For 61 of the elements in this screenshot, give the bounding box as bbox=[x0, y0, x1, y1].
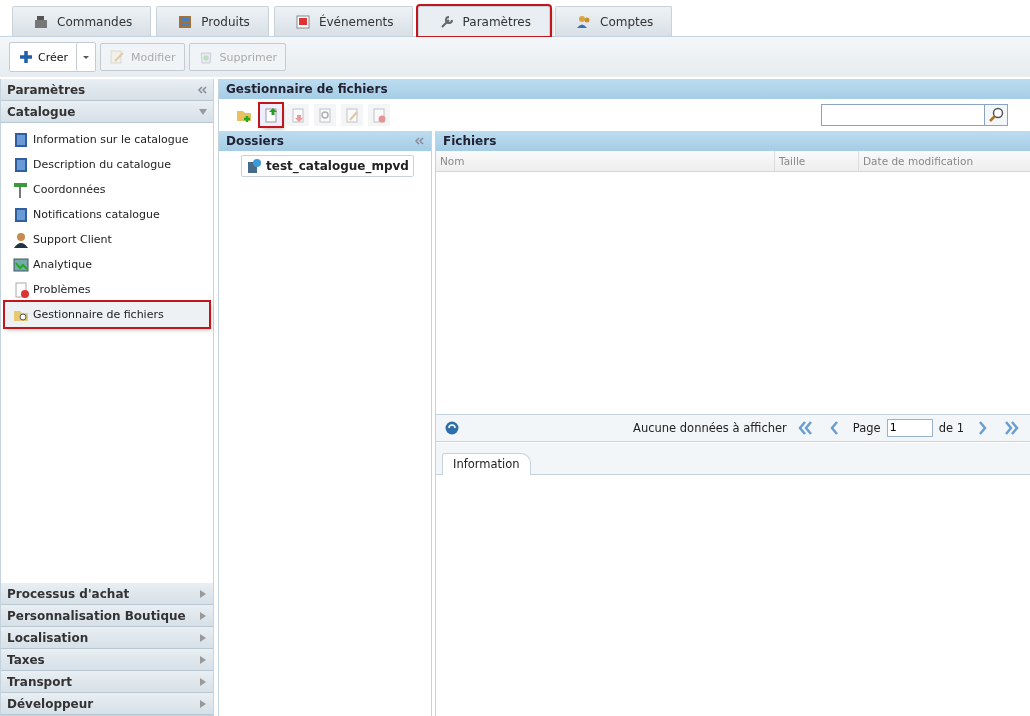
search-icon[interactable] bbox=[988, 107, 1004, 123]
accordion-header[interactable]: Transport bbox=[1, 671, 213, 693]
sidebar-item[interactable]: Information sur le catalogue bbox=[5, 127, 209, 152]
collapse-icon[interactable] bbox=[414, 137, 424, 145]
caret-icon bbox=[82, 53, 91, 61]
main-tab[interactable]: Paramètres bbox=[417, 6, 550, 36]
triangle-down-icon bbox=[199, 107, 207, 116]
document-upload-icon bbox=[263, 107, 279, 123]
triangle-right-icon bbox=[199, 677, 207, 686]
paging-message: Aucune données à afficher bbox=[633, 420, 787, 435]
panel-title: Fichiers bbox=[443, 134, 497, 148]
main-tab[interactable]: Produits bbox=[156, 6, 269, 36]
sidebar-item[interactable]: Description du catalogue bbox=[5, 152, 209, 177]
document-download-icon bbox=[290, 107, 306, 123]
triangle-right-icon bbox=[199, 611, 207, 620]
page-input[interactable]: 1 bbox=[886, 418, 933, 437]
sidebar-item[interactable]: Problèmes bbox=[5, 277, 209, 302]
accordion-header[interactable]: Développeur bbox=[1, 693, 213, 715]
refresh-icon[interactable] bbox=[444, 419, 460, 436]
person-icon bbox=[13, 231, 29, 248]
document-edit-icon bbox=[344, 107, 360, 123]
triangle-right-icon bbox=[199, 589, 207, 598]
tool-button[interactable] bbox=[260, 104, 282, 126]
document-delete-icon bbox=[371, 107, 387, 123]
main-tab[interactable]: Commandes bbox=[12, 6, 152, 36]
accordion-header[interactable]: Catalogue bbox=[1, 101, 213, 123]
sidebar-item[interactable]: Notifications catalogue bbox=[5, 202, 209, 227]
search-field[interactable] bbox=[821, 104, 1008, 126]
plus-icon bbox=[18, 49, 34, 65]
page-count: de 1 bbox=[938, 420, 964, 435]
panel-title: Gestionnaire de fichiers bbox=[226, 82, 388, 96]
first-page-icon[interactable] bbox=[796, 419, 813, 436]
signpost-icon bbox=[13, 181, 29, 198]
accordion-header[interactable]: Processus d'achat bbox=[1, 583, 213, 605]
users-icon bbox=[576, 13, 592, 30]
page-label: Page bbox=[852, 420, 881, 435]
triangle-right-icon bbox=[199, 633, 207, 642]
trash-can-icon bbox=[197, 49, 214, 65]
collapse-icon[interactable] bbox=[197, 85, 207, 94]
sidebar-item[interactable]: Support Client bbox=[5, 227, 209, 252]
create-split-button[interactable]: Créer bbox=[9, 42, 97, 72]
sidebar-item[interactable]: Gestionnaire de fichiers bbox=[5, 302, 209, 327]
notepad-pencil-icon bbox=[109, 49, 126, 65]
cabinet-icon bbox=[177, 13, 194, 30]
detail-tab[interactable]: Information bbox=[442, 452, 531, 475]
chart-icon bbox=[13, 256, 29, 273]
last-page-icon[interactable] bbox=[1004, 419, 1020, 436]
sidebar-item[interactable]: Analytique bbox=[5, 252, 209, 277]
sidebar-title: Paramètres bbox=[7, 82, 86, 97]
document-error-icon bbox=[13, 281, 29, 298]
triangle-right-icon bbox=[199, 699, 207, 708]
main-tab[interactable]: Événements bbox=[273, 6, 413, 36]
accordion-header[interactable]: Localisation bbox=[1, 627, 213, 649]
panel-title: Dossiers bbox=[226, 134, 284, 148]
folder-node[interactable]: test_catalogue_mpvd bbox=[241, 155, 414, 177]
sidebar-item[interactable]: Coordonnées bbox=[5, 177, 209, 202]
accordion-header[interactable]: Personnalisation Boutique bbox=[1, 605, 213, 627]
main-tab[interactable]: Comptes bbox=[555, 6, 673, 36]
accordion-header[interactable]: Taxes bbox=[1, 649, 213, 671]
triangle-right-icon bbox=[199, 655, 207, 664]
dropdown-button[interactable] bbox=[76, 43, 96, 71]
